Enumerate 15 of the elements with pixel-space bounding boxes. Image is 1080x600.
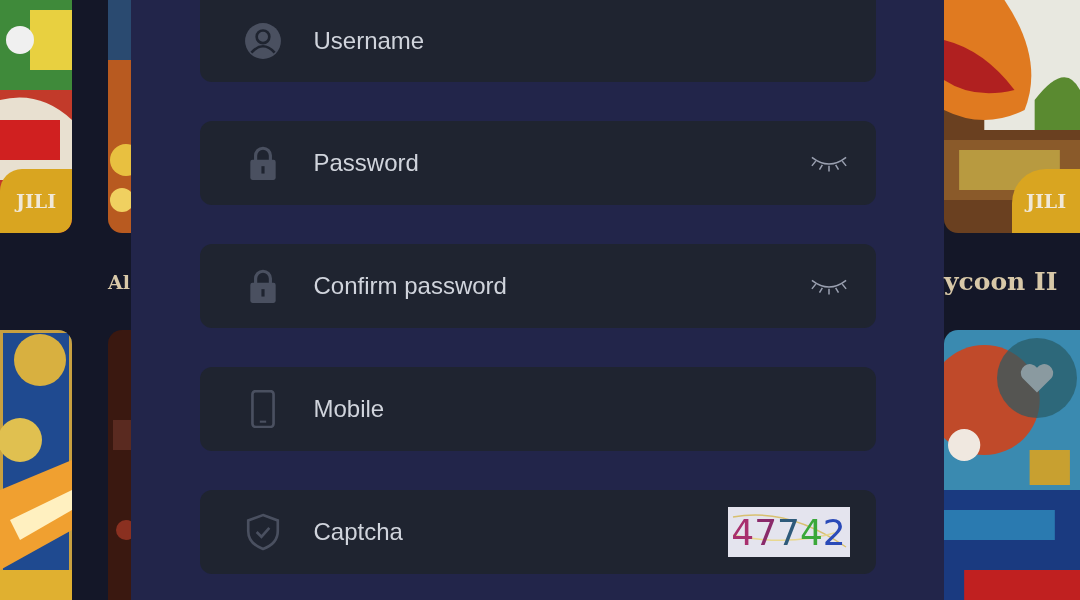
game-title: ycoon II — [944, 267, 1058, 296]
text-field[interactable]: Confirm password — [199, 244, 876, 328]
heart-icon — [1019, 362, 1055, 394]
text-field[interactable]: Password — [199, 121, 876, 205]
text-field[interactable]: Username — [199, 0, 876, 82]
game-title: Al — [108, 270, 130, 293]
provider-badge: JILI — [1012, 169, 1080, 233]
input-field[interactable]: Captcha — [311, 517, 698, 547]
provider-badge: JILI — [0, 169, 72, 233]
input-field[interactable]: Password — [311, 148, 780, 178]
input-field[interactable]: Mobile — [311, 394, 848, 424]
user-icon — [243, 21, 282, 60]
input-field[interactable]: Username — [311, 25, 848, 56]
text-field[interactable]: Mobile — [199, 367, 876, 451]
input-field[interactable]: Confirm password — [311, 271, 780, 301]
